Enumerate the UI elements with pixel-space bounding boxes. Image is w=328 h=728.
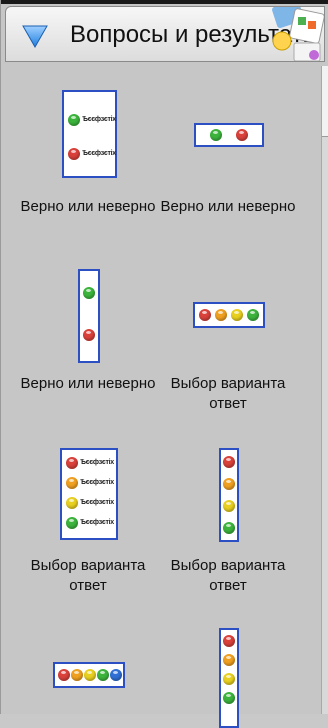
row-text: Ѣєєфзєтіх — [82, 116, 116, 123]
thumbnail: Ѣєєфзєтіх Ѣєєфзєтіх — [62, 90, 117, 178]
option-c-icon — [66, 497, 78, 509]
tile-true-false-horizontal[interactable]: Верно или неверно — [158, 88, 298, 238]
top-border — [1, 0, 328, 4]
option-c-icon — [231, 309, 243, 321]
option-a-icon — [58, 669, 70, 681]
wrong-icon — [68, 148, 80, 160]
option-d-icon — [97, 669, 109, 681]
vertical-scrollbar[interactable] — [321, 66, 328, 714]
option-b-icon — [215, 309, 227, 321]
thumbnail — [78, 269, 100, 363]
option-d-icon — [66, 517, 78, 529]
thumbnail — [219, 628, 239, 728]
thumbnail — [194, 123, 264, 147]
option-b-icon — [66, 477, 78, 489]
tile-choice-vertical-5[interactable] — [158, 626, 298, 728]
tile-label: Выбор варианта ответ — [30, 557, 146, 594]
thumbnail — [53, 662, 125, 688]
option-c-icon — [223, 500, 235, 512]
thumbnail — [193, 302, 265, 328]
option-e-icon — [110, 669, 122, 681]
option-b-icon — [223, 478, 235, 490]
tile-true-false-vertical[interactable]: Верно или неверно — [18, 266, 158, 416]
thumbnail: Ѣєєфзєтіх Ѣєєфзєтіх Ѣєєфзєтіх Ѣєєфзєтіх — [60, 448, 118, 540]
option-a-icon — [223, 635, 235, 647]
option-c-icon — [223, 673, 235, 685]
tile-label: Выбор варианта ответ — [170, 557, 286, 594]
option-d-icon — [223, 692, 235, 704]
tile-label: Верно или неверно — [160, 198, 296, 215]
option-a-icon — [66, 457, 78, 469]
wrong-icon — [83, 329, 95, 341]
tile-label: Верно или неверно — [20, 375, 156, 392]
option-d-icon — [223, 522, 235, 534]
correct-icon — [68, 114, 80, 126]
row-text: Ѣєєфзєтіх — [80, 459, 114, 466]
wrong-icon — [236, 129, 248, 141]
option-a-icon — [199, 309, 211, 321]
correct-icon — [210, 129, 222, 141]
quiz-decoration-icon — [272, 7, 324, 61]
tile-choice-vertical-4[interactable]: Выбор варианта ответ — [158, 448, 298, 598]
row-text: Ѣєєфзєтіх — [80, 479, 114, 486]
option-c-icon — [84, 669, 96, 681]
panel-header[interactable]: Вопросы и результаты — [5, 6, 325, 62]
tile-choice-list[interactable]: Ѣєєфзєтіх Ѣєєфзєтіх Ѣєєфзєтіх Ѣєєфзєтіх … — [18, 448, 158, 598]
row-text: Ѣєєфзєтіх — [80, 499, 114, 506]
option-b-icon — [71, 669, 83, 681]
row-text: Ѣєєфзєтіх — [80, 519, 114, 526]
correct-icon — [83, 287, 95, 299]
tile-label: Верно или неверно — [20, 198, 156, 215]
tile-choice-horizontal-4[interactable]: Выбор варианта ответ — [158, 266, 298, 416]
option-d-icon — [247, 309, 259, 321]
option-a-icon — [223, 456, 235, 468]
row-text: Ѣєєфзєтіх — [82, 150, 116, 157]
collapse-triangle-icon[interactable] — [22, 24, 48, 48]
questions-panel: Вопросы и результаты Ѣєєфзєтіх Ѣєєфзєтіх… — [0, 0, 328, 728]
tile-true-false-list[interactable]: Ѣєєфзєтіх Ѣєєфзєтіх Верно или неверно — [18, 88, 158, 238]
scrollbar-thumb[interactable] — [322, 66, 328, 137]
tile-label: Выбор варианта ответ — [170, 375, 286, 412]
thumbnail — [219, 448, 239, 542]
tile-choice-horizontal-5[interactable] — [18, 626, 158, 714]
option-b-icon — [223, 654, 235, 666]
